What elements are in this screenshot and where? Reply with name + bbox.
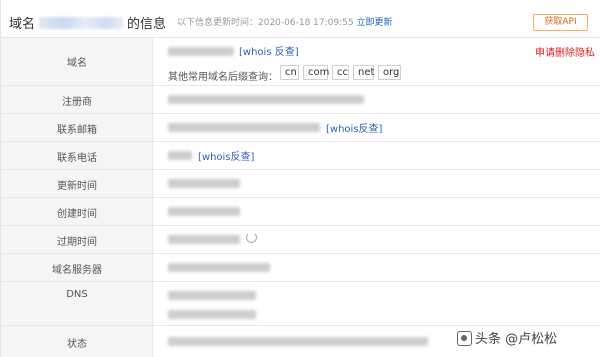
row-label: 注册商 <box>1 86 153 113</box>
update-time-text: 以下信息更新时间：2020-06-18 17:09:55 <box>177 18 354 28</box>
whois-link[interactable]: [whois反查] <box>198 148 254 163</box>
row-label: 联系电话 <box>1 142 153 169</box>
blurred-value <box>168 337 428 346</box>
blurred-value <box>168 291 256 300</box>
row-label: 更新时间 <box>1 170 153 197</box>
suffix-org[interactable]: org <box>378 65 401 80</box>
blurred-value <box>168 207 240 216</box>
refresh-link[interactable]: 立即更新 <box>356 18 392 28</box>
blurred-value <box>168 235 240 244</box>
row-label: 状态 <box>1 326 153 357</box>
row-label: 创建时间 <box>1 198 153 225</box>
blurred-value <box>168 47 234 56</box>
row-nameserver: 域名服务器 <box>1 254 600 282</box>
suffix-query-label: 其他常用域名后缀查询： <box>168 72 278 83</box>
row-created: 创建时间 <box>1 198 600 226</box>
row-label-text: 联系电话 <box>57 153 97 164</box>
row-label: 域名 <box>1 38 153 85</box>
title-suffix: 的信息 <box>127 17 167 32</box>
get-api-button[interactable]: 获取API <box>533 14 588 31</box>
title-prefix: 域名 <box>9 17 36 32</box>
blurred-value <box>168 123 320 132</box>
row-phone: 联系电话 [whois反查] <box>1 142 600 170</box>
domain-info-panel: 域名 的信息 以下信息更新时间：2020-06-18 17:09:55 立即更新 … <box>0 0 600 357</box>
row-label: 联系邮箱 <box>1 114 153 141</box>
row-label-text: 注册商 <box>62 97 92 108</box>
row-expires: 过期时间 <box>1 226 600 254</box>
update-time: 以下信息更新时间：2020-06-18 17:09:55 立即更新 <box>177 15 392 28</box>
row-label: 过期时间 <box>1 226 153 253</box>
suffix-cn[interactable]: cn <box>280 65 299 80</box>
whois-link[interactable]: [whois 反查] <box>239 43 299 58</box>
watermark-text: 头条 @卢松松 <box>475 332 558 347</box>
row-dns: DNS <box>1 282 600 326</box>
row-updated: 更新时间 <box>1 170 600 198</box>
blurred-value <box>168 95 364 104</box>
row-label-text: 状态 <box>67 339 87 350</box>
row-label: 域名服务器 <box>1 254 153 281</box>
row-label-text: 域名 <box>67 58 87 69</box>
panel-header: 域名 的信息 以下信息更新时间：2020-06-18 17:09:55 立即更新 … <box>1 0 600 38</box>
blurred-value <box>168 151 192 160</box>
whois-link[interactable]: [whois反查] <box>326 120 382 135</box>
refresh-spinner-icon <box>246 232 257 243</box>
toutiao-logo-icon <box>457 331 472 346</box>
row-label-text: 联系邮箱 <box>57 125 97 136</box>
blurred-value <box>168 310 256 319</box>
row-email: 联系邮箱 [whois反查] <box>1 114 600 142</box>
suffix-net[interactable]: net <box>353 65 374 80</box>
row-label-text: 域名服务器 <box>52 265 102 276</box>
page-title: 域名 的信息 <box>9 13 166 32</box>
row-label: DNS <box>1 282 153 325</box>
row-label-text: 更新时间 <box>57 181 97 192</box>
suffix-com[interactable]: com <box>303 65 329 80</box>
row-label-text: 创建时间 <box>57 209 97 220</box>
blurred-value <box>168 263 270 272</box>
row-registrar: 注册商 <box>1 86 600 114</box>
row-label-text: 过期时间 <box>57 237 97 248</box>
watermark: 头条 @卢松松 <box>457 328 557 347</box>
row-label-text: DNS <box>66 289 88 300</box>
blurred-domain-name <box>39 17 124 29</box>
row-domain: 域名 [whois 反查] 其他常用域名后缀查询： cn com cc net … <box>1 38 600 86</box>
suffix-cc[interactable]: cc <box>332 65 349 80</box>
delete-privacy-link[interactable]: 申请删除隐私 <box>535 44 595 59</box>
blurred-value <box>168 179 240 188</box>
